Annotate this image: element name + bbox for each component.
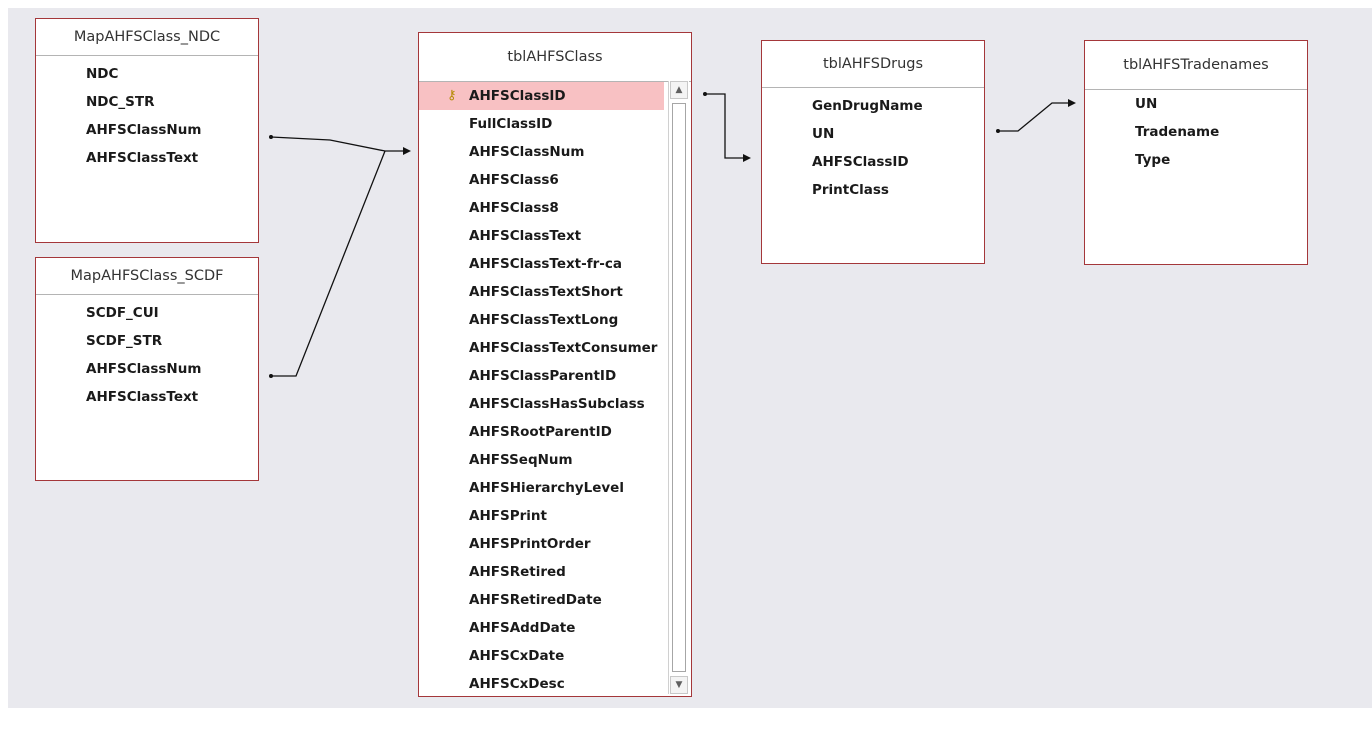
field-list: GenDrugName UN AHFSClassID PrintClass — [762, 88, 984, 204]
field-ahfs-class-has-subclass[interactable]: AHFSClassHasSubclass — [419, 390, 664, 418]
field-un[interactable]: UN — [1085, 90, 1307, 118]
field-list: UN Tradename Type — [1085, 90, 1307, 174]
scroll-up-icon[interactable]: ▲ — [670, 81, 688, 99]
table-tbl-ahfs-class[interactable]: tblAHFSClass ⚷ AHFSClassID FullClassID A… — [418, 32, 692, 697]
field-ahfs-cx-date[interactable]: AHFSCxDate — [419, 642, 664, 670]
field-ahfs-class-text-consumer[interactable]: AHFSClassTextConsumer — [419, 334, 664, 362]
field-ahfs-class8[interactable]: AHFSClass8 — [419, 194, 664, 222]
field-ndc-str[interactable]: NDC_STR — [36, 88, 258, 116]
field-gen-drug-name[interactable]: GenDrugName — [762, 92, 984, 120]
table-title[interactable]: MapAHFSClass_SCDF — [36, 258, 258, 295]
field-ahfs-class-num[interactable]: AHFSClassNum — [419, 138, 664, 166]
field-label: AHFSClassID — [469, 88, 566, 104]
field-scdf-cui[interactable]: SCDF_CUI — [36, 299, 258, 327]
table-title[interactable]: tblAHFSTradenames — [1085, 41, 1307, 90]
field-ahfs-add-date[interactable]: AHFSAddDate — [419, 614, 664, 642]
field-ahfs-seq-num[interactable]: AHFSSeqNum — [419, 446, 664, 474]
field-ahfs-class6[interactable]: AHFSClass6 — [419, 166, 664, 194]
field-ahfs-class-text[interactable]: AHFSClassText — [36, 383, 258, 411]
field-ahfs-class-parent-id[interactable]: AHFSClassParentID — [419, 362, 664, 390]
field-ahfs-class-text[interactable]: AHFSClassText — [419, 222, 664, 250]
field-list: NDC NDC_STR AHFSClassNum AHFSClassText — [36, 56, 258, 172]
field-ahfs-class-text[interactable]: AHFSClassText — [36, 144, 258, 172]
table-tbl-ahfs-tradenames[interactable]: tblAHFSTradenames UN Tradename Type — [1084, 40, 1308, 265]
scroll-thumb[interactable] — [672, 103, 686, 672]
field-ahfs-class-id[interactable]: AHFSClassID — [762, 148, 984, 176]
field-list: ⚷ AHFSClassID FullClassID AHFSClassNum A… — [419, 82, 664, 698]
field-tradename[interactable]: Tradename — [1085, 118, 1307, 146]
table-title[interactable]: tblAHFSDrugs — [762, 41, 984, 88]
scroll-down-icon[interactable]: ▼ — [670, 676, 688, 694]
field-ahfs-class-id[interactable]: ⚷ AHFSClassID — [419, 82, 664, 110]
field-ahfs-cx-desc[interactable]: AHFSCxDesc — [419, 670, 664, 698]
field-ahfs-print-order[interactable]: AHFSPrintOrder — [419, 530, 664, 558]
field-list: SCDF_CUI SCDF_STR AHFSClassNum AHFSClass… — [36, 295, 258, 411]
field-ahfs-class-text-fr-ca[interactable]: AHFSClassText-fr-ca — [419, 250, 664, 278]
field-print-class[interactable]: PrintClass — [762, 176, 984, 204]
field-ahfs-class-text-long[interactable]: AHFSClassTextLong — [419, 306, 664, 334]
field-ahfs-retired[interactable]: AHFSRetired — [419, 558, 664, 586]
field-ndc[interactable]: NDC — [36, 60, 258, 88]
table-title[interactable]: tblAHFSClass — [419, 33, 691, 82]
field-scdf-str[interactable]: SCDF_STR — [36, 327, 258, 355]
field-ahfs-class-num[interactable]: AHFSClassNum — [36, 116, 258, 144]
field-ahfs-hierarchy-level[interactable]: AHFSHierarchyLevel — [419, 474, 664, 502]
field-ahfs-print[interactable]: AHFSPrint — [419, 502, 664, 530]
vertical-scrollbar[interactable]: ▲ ▼ — [668, 81, 689, 694]
field-un[interactable]: UN — [762, 120, 984, 148]
table-map-ahfs-class-ndc[interactable]: MapAHFSClass_NDC NDC NDC_STR AHFSClassNu… — [35, 18, 259, 243]
table-map-ahfs-class-scdf[interactable]: MapAHFSClass_SCDF SCDF_CUI SCDF_STR AHFS… — [35, 257, 259, 481]
table-tbl-ahfs-drugs[interactable]: tblAHFSDrugs GenDrugName UN AHFSClassID … — [761, 40, 985, 264]
field-ahfs-class-text-short[interactable]: AHFSClassTextShort — [419, 278, 664, 306]
field-type[interactable]: Type — [1085, 146, 1307, 174]
field-full-class-id[interactable]: FullClassID — [419, 110, 664, 138]
field-ahfs-root-parent-id[interactable]: AHFSRootParentID — [419, 418, 664, 446]
field-ahfs-retired-date[interactable]: AHFSRetiredDate — [419, 586, 664, 614]
field-ahfs-class-num[interactable]: AHFSClassNum — [36, 355, 258, 383]
table-title[interactable]: MapAHFSClass_NDC — [36, 19, 258, 56]
key-icon: ⚷ — [447, 88, 457, 103]
